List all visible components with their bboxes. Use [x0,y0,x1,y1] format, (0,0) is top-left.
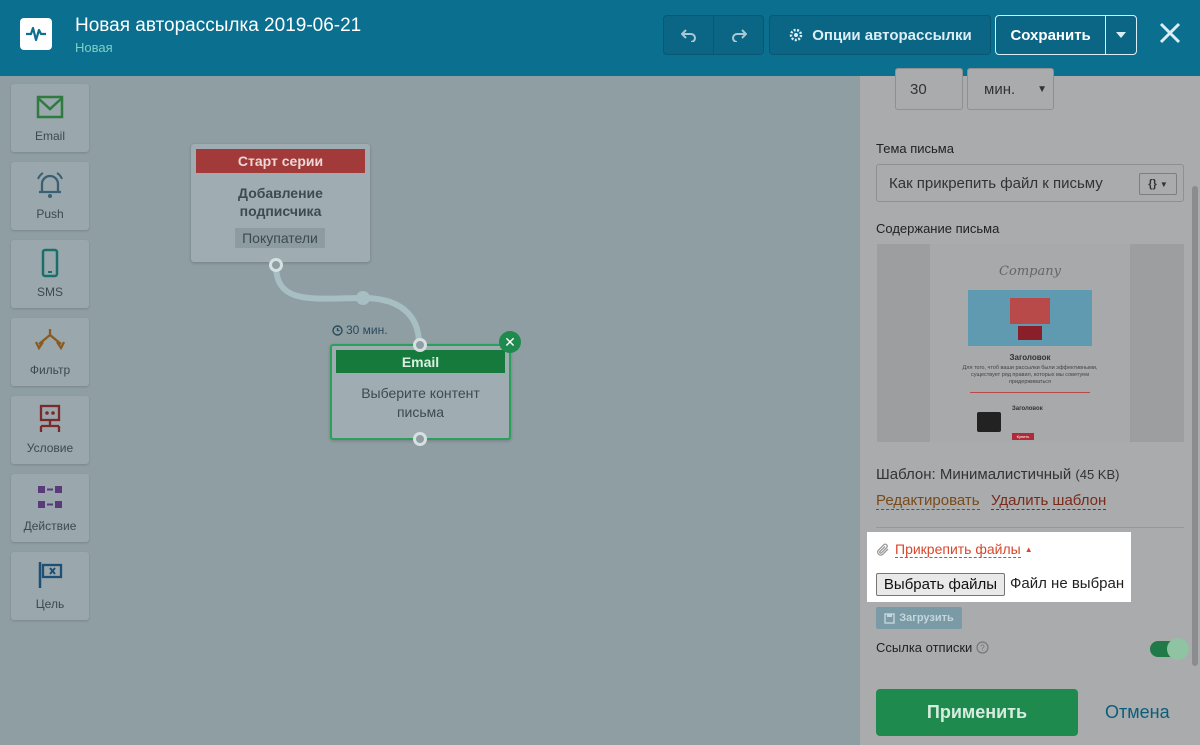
help-icon[interactable]: ? [976,641,989,654]
email-node-line2: письма [396,404,445,420]
redo-button[interactable] [714,16,763,54]
unsubscribe-setting: Ссылка отписки ? [876,640,989,655]
start-node-tag: Покупатели [235,228,325,248]
preview-hero-image [968,290,1092,346]
attach-files-toggle[interactable]: Прикрепить файлы ▲ [876,541,1033,558]
svg-text:?: ? [981,644,986,653]
variable-insert-button[interactable]: {} ▼ [1139,173,1177,195]
email-node-output-port[interactable] [413,432,427,446]
start-node-line2: подписчика [239,203,322,219]
clock-icon [332,324,343,336]
file-status: Файл не выбран [1010,575,1125,592]
undo-icon [680,29,696,42]
palette-item-action[interactable]: Действие [11,474,89,542]
email-node-line1: Выберите контент [361,385,480,401]
apply-button[interactable]: Применить [876,689,1078,736]
save-group: Сохранить [995,15,1137,55]
flag-icon [38,562,63,588]
action-icon [38,486,62,508]
filter-icon [35,329,65,351]
options-button[interactable]: Опции авторассылки [769,15,991,55]
history-group [663,15,764,55]
paperclip-icon [877,543,889,556]
cancel-button[interactable]: Отмена [1105,702,1170,723]
edit-template-link[interactable]: Редактировать [876,492,980,510]
palette-item-condition[interactable]: Условие [11,396,89,464]
caret-down-icon: ▼ [1159,179,1168,189]
braces-icon: {} [1148,178,1157,190]
content-label: Содержание письма [876,221,1000,236]
caret-up-icon: ▲ [1024,545,1033,554]
preview-text: Для того, чтоб ваши рассылки были эффект… [962,365,1098,385]
save-icon [884,612,895,624]
template-info: Шаблон: Минималистичный (45 KB) [876,466,1120,483]
delete-template-link[interactable]: Удалить шаблон [991,492,1107,510]
preview-product-image [977,412,1001,432]
envelope-icon [36,95,64,119]
app-logo-icon[interactable] [20,18,52,50]
palette-item-goal[interactable]: Цель [11,552,89,620]
delay-value-input[interactable]: 30 [895,68,963,110]
bell-icon [37,172,63,198]
preview-buy-button: Купить [1012,433,1034,440]
delete-node-button[interactable]: ✕ [499,331,521,353]
caret-down-icon [1116,32,1127,38]
email-node-input-port[interactable] [413,338,427,352]
choose-files-button[interactable]: Выбрать файлы [876,573,1005,596]
save-button[interactable]: Сохранить [996,16,1105,54]
email-preview[interactable]: Company Заголовок Для того, чтоб ваши ра… [877,244,1184,442]
top-bar: Новая авторассылка 2019-06-21 Новая Опци… [0,0,1200,76]
preview-brand: Company [999,264,1061,279]
palette-item-email[interactable]: Email [11,84,89,152]
options-label: Опции авторассылки [812,26,972,44]
delay-label[interactable]: 30 мин. [332,323,388,337]
save-dropdown-button[interactable] [1106,16,1136,54]
palette-item-sms[interactable]: SMS [11,240,89,308]
phone-icon [41,248,59,278]
delay-unit-select[interactable]: мин. ▼ [967,68,1054,110]
undo-button[interactable] [664,16,713,54]
divider [876,527,1184,528]
start-node-line1: Добавление [238,185,323,201]
gear-icon [790,28,803,42]
palette-item-filter[interactable]: Фильтр [11,318,89,386]
status-label: Новая [75,40,113,55]
subject-input[interactable]: Как прикрепить файл к письму {} ▼ [876,164,1184,202]
condition-icon [39,404,61,432]
email-node[interactable]: Email Выберите контент письма [330,344,511,440]
start-node[interactable]: Старт серии Добавление подписчика Покупа… [191,144,370,262]
email-node-header: Email [336,350,505,373]
start-node-header: Старт серии [196,149,365,173]
preview-heading: Заголовок [1009,353,1051,362]
upload-button[interactable]: Загрузить [876,607,962,629]
unsubscribe-label: Ссылка отписки [876,640,973,655]
caret-down-icon: ▼ [1037,84,1047,95]
template-size: (45 KB) [1075,467,1120,482]
preview-heading2: Заголовок [1012,406,1043,412]
start-node-output-port[interactable] [269,258,283,272]
redo-icon [731,29,747,42]
unsubscribe-toggle[interactable] [1150,638,1189,660]
close-button[interactable] [1156,19,1184,47]
close-icon [1159,22,1181,44]
page-title: Новая авторассылка 2019-06-21 [75,15,362,36]
panel-scrollbar[interactable] [1192,186,1198,666]
element-palette: Email Push SMS Фильтр Условие Действие Ц… [0,76,100,745]
palette-item-push[interactable]: Push [11,162,89,230]
subject-label: Тема письма [876,141,954,156]
workflow-canvas[interactable]: Старт серии Добавление подписчика Покупа… [101,76,860,745]
